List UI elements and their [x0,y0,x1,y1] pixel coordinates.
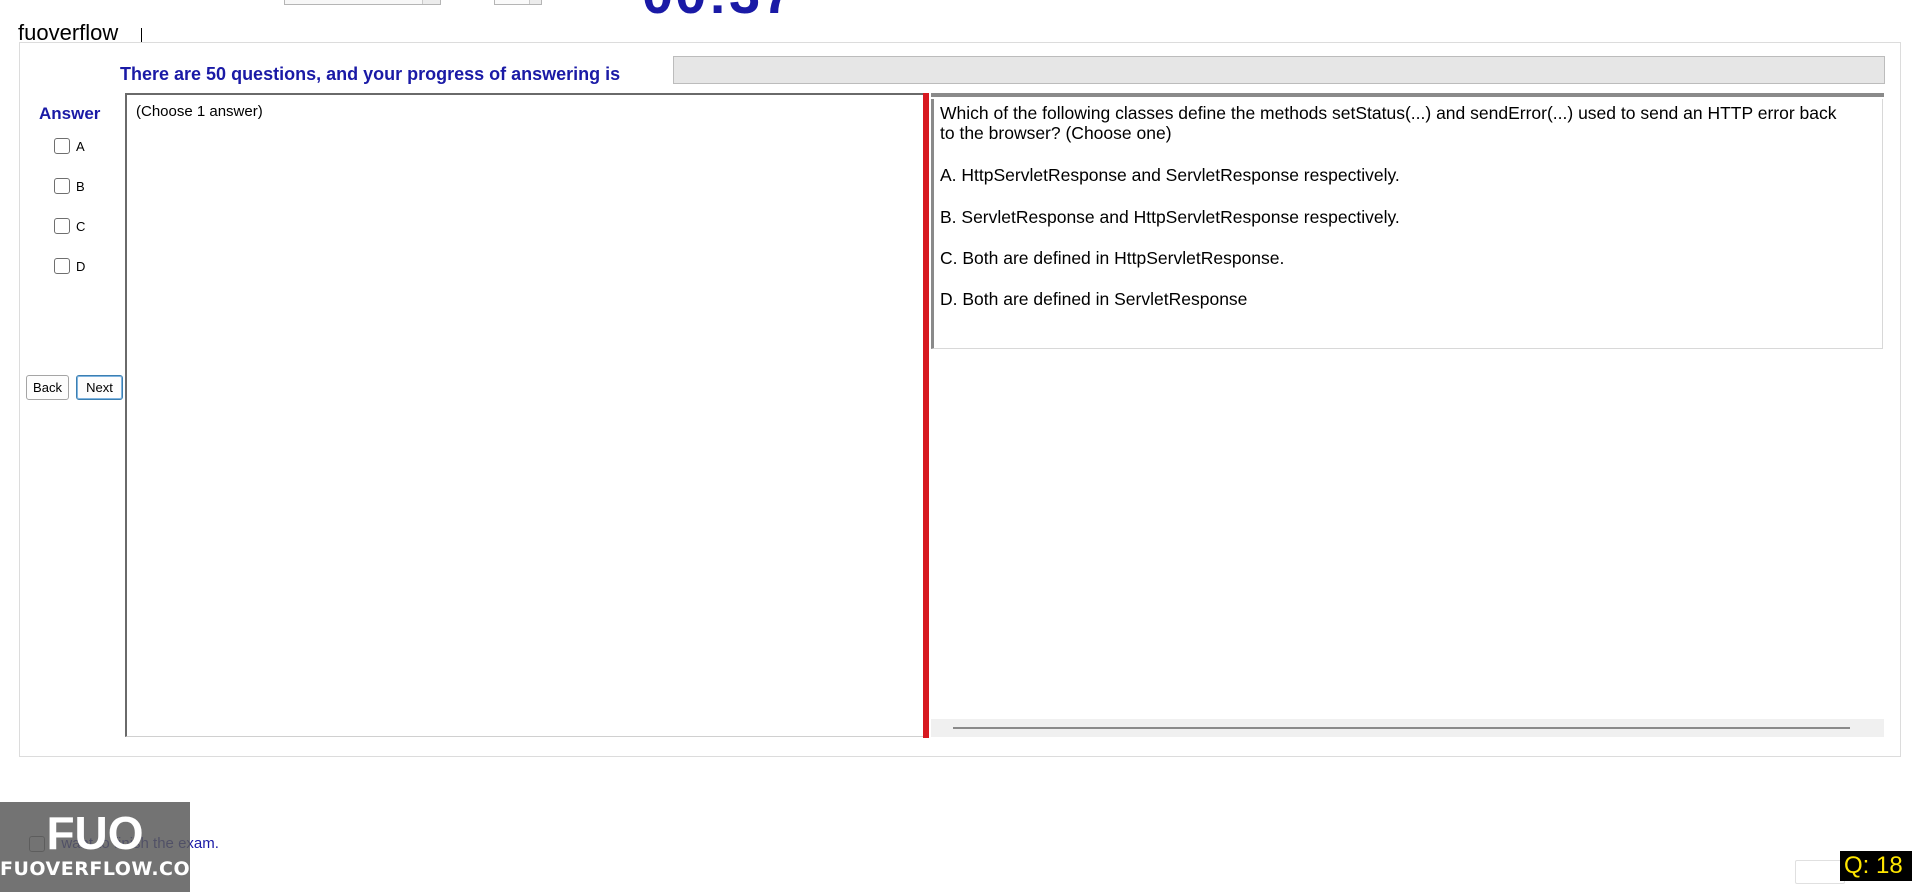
scrollbar-thumb[interactable] [953,727,1850,729]
answer-hint: (Choose 1 answer) [136,103,263,120]
watermark-logo: FUO [46,807,144,859]
option-label-c: C [76,218,86,234]
question-choice-d: D. Both are defined in ServletResponse [940,289,1248,309]
question-choice-c: C. Both are defined in HttpServletRespon… [940,248,1285,268]
question-choice-b: B. ServletResponse and HttpServletRespon… [940,207,1400,227]
option-label-b: B [76,178,85,194]
next-button[interactable]: Next [76,375,123,400]
watermark-text: FUOVERFLOW.COM [0,858,210,880]
checkbox-c[interactable] [54,218,70,234]
option-label-d: D [76,258,86,274]
answer-option-c[interactable]: C [54,218,85,234]
question-box: Which of the following classes define th… [931,99,1883,349]
answer-textarea[interactable]: (Choose 1 answer) [125,93,925,737]
answer-option-a[interactable]: A [54,138,85,154]
answer-option-d[interactable]: D [54,258,85,274]
back-button[interactable]: Back [26,375,69,400]
horizontal-scrollbar[interactable] [931,719,1884,737]
question-panel: Which of the following classes define th… [931,93,1884,737]
panel-splitter[interactable] [923,93,929,738]
exam-timer: 00:37 [642,0,795,22]
watermark: FUO FUOVERFLOW.COM [0,802,210,892]
checkbox-a[interactable] [54,138,70,154]
chevron-down-icon[interactable] [422,0,440,4]
option-label-a: A [76,138,85,154]
answer-option-b[interactable]: B [54,178,85,194]
checkbox-d[interactable] [54,258,70,274]
progress-bar [673,56,1885,84]
question-text: Which of the following classes define th… [940,103,1837,143]
bottom-input-box[interactable] [1795,860,1845,884]
question-choice-a: A. HttpServletResponse and ServletRespon… [940,165,1400,185]
exam-code-combobox[interactable] [284,0,441,5]
question-counter: Q: 18 [1840,851,1912,881]
font-size-spinner[interactable] [494,0,542,5]
checkbox-b[interactable] [54,178,70,194]
progress-label: There are 50 questions, and your progres… [120,64,621,84]
answer-heading: Answer [39,104,101,123]
spinner-arrows-icon[interactable] [529,0,541,4]
